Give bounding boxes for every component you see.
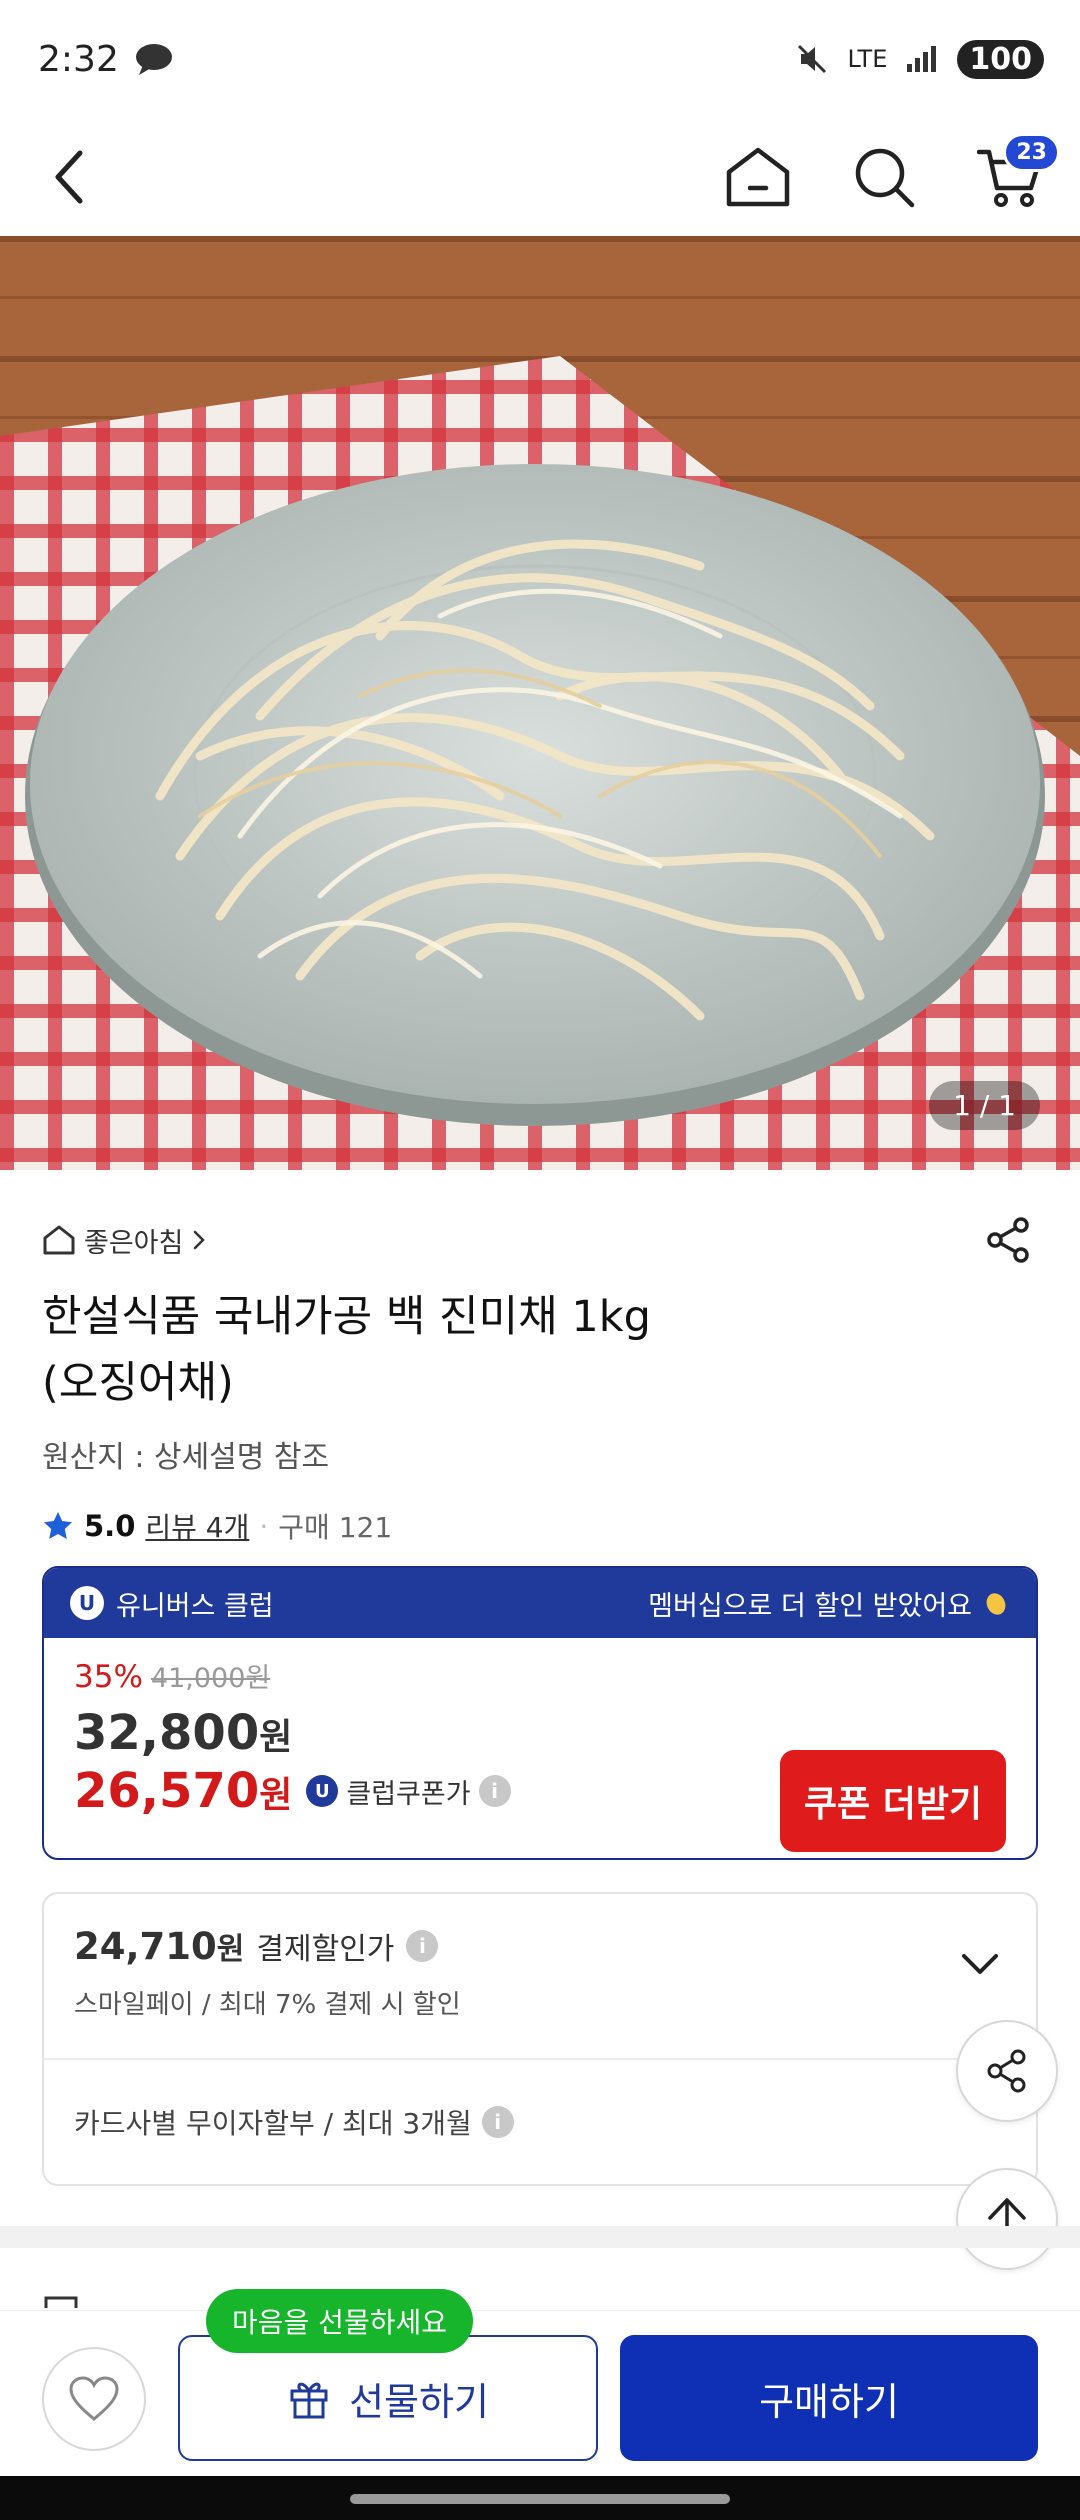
- store-link[interactable]: 좋은아침: [42, 1221, 207, 1260]
- product-image[interactable]: 1 / 1: [0, 236, 1080, 1170]
- club-price: 26,570원: [74, 1763, 293, 1819]
- home-button[interactable]: [718, 137, 798, 217]
- info-icon[interactable]: i: [406, 1930, 439, 1962]
- installment-text: 카드사별 무이자할부 / 최대 3개월: [74, 2107, 472, 2140]
- top-navigation: 23: [0, 118, 1080, 236]
- payment-discount-card: 24,710원 결제할인가 i 스마일페이 / 최대 7% 결제 시 할인 카드…: [42, 1892, 1038, 2186]
- heart-icon: [69, 2376, 119, 2421]
- bottom-action-bar: 선물하기 마음을 선물하세요 구매하기: [0, 2289, 1080, 2476]
- share-icon: [987, 2049, 1026, 2093]
- back-button[interactable]: [30, 137, 110, 217]
- club-name: 유니버스 클럽: [116, 1590, 274, 1622]
- wishlist-button[interactable]: [42, 2347, 146, 2451]
- rating-row: 5.0 리뷰 4개 · 구매 121: [42, 1506, 1038, 1546]
- clap-icon: [986, 1593, 1006, 1615]
- original-price: 41,000원: [150, 1663, 271, 1694]
- network-label: LTE: [847, 45, 888, 73]
- club-coupon-label: U 클럽쿠폰가 i: [306, 1772, 511, 1811]
- search-button[interactable]: [844, 137, 924, 217]
- chevron-left-icon: [55, 150, 83, 204]
- chevron-down-icon[interactable]: [960, 1952, 1000, 1978]
- universe-club-badge: U: [70, 1586, 104, 1620]
- more-coupon-button[interactable]: 쿠폰 더받기: [780, 1750, 1006, 1852]
- membership-note: 멤버십으로 더 할인 받았어요: [648, 1590, 972, 1622]
- discount-percent: 35%: [74, 1659, 143, 1695]
- section-divider: [0, 2226, 1080, 2248]
- dot-separator: ·: [259, 1509, 269, 1543]
- gesture-navigation-bar: [0, 2476, 1080, 2520]
- store-home-icon: [43, 1225, 75, 1255]
- status-bar: 2:32 LTE 100: [0, 0, 1080, 118]
- product-title-line1: 한설식품 국내가공 백 진미채 1kg: [42, 1292, 651, 1342]
- info-icon[interactable]: i: [481, 2106, 514, 2138]
- product-info: 좋은아침 한설식품 국내가공 백 진미채 1kg (오징어채) 원산지 : 상세…: [42, 1210, 1038, 1546]
- dried-squid-plate-photo: [0, 236, 1080, 1170]
- cart-count-badge: 23: [1003, 133, 1060, 172]
- signal-icon: [907, 46, 937, 72]
- gift-tooltip: 마음을 선물하세요: [206, 2289, 473, 2353]
- gift-icon: [290, 2382, 328, 2419]
- club-badge-small: U: [306, 1775, 339, 1807]
- product-title: 한설식품 국내가공 백 진미채 1kg (오징어채): [42, 1284, 1038, 1416]
- chevron-right-icon: [194, 1230, 206, 1250]
- universe-club-card: U 유니버스 클럽 멤버십으로 더 할인 받았어요 35% 41,000원 32…: [42, 1566, 1038, 1860]
- home-gesture-pill[interactable]: [350, 2494, 730, 2504]
- search-icon: [855, 148, 915, 208]
- product-title-line2: (오징어채): [42, 1358, 234, 1408]
- review-link[interactable]: 리뷰 4개: [145, 1506, 249, 1546]
- installment-row[interactable]: 카드사별 무이자할부 / 최대 3개월 i: [44, 2060, 1036, 2184]
- payment-price: 24,710원: [74, 1925, 245, 1968]
- gift-button[interactable]: 선물하기: [178, 2335, 598, 2461]
- payment-label: 결제할인가: [256, 1932, 395, 1967]
- chat-bubble-icon: [135, 44, 172, 75]
- rating-score: 5.0: [84, 1509, 136, 1543]
- info-icon[interactable]: i: [478, 1775, 511, 1807]
- truck-icon: [44, 2296, 78, 2308]
- club-header[interactable]: U 유니버스 클럽 멤버십으로 더 할인 받았어요: [44, 1568, 1036, 1638]
- store-name: 좋은아침: [84, 1227, 184, 1259]
- floating-share-button[interactable]: [956, 2020, 1058, 2122]
- image-page-indicator: 1 / 1: [929, 1081, 1040, 1130]
- gift-button-label: 선물하기: [349, 2379, 489, 2424]
- payment-sub: 스마일페이 / 최대 7% 결제 시 할인: [74, 1990, 461, 2020]
- mute-icon: [798, 44, 827, 74]
- next-section-peek: [0, 2248, 1080, 2308]
- payment-discount-row[interactable]: 24,710원 결제할인가 i 스마일페이 / 최대 7% 결제 시 할인: [44, 1894, 1036, 2060]
- cart-button[interactable]: 23: [970, 133, 1060, 217]
- battery-indicator: 100: [957, 39, 1044, 79]
- home-icon: [726, 147, 790, 207]
- star-icon: [44, 1512, 72, 1539]
- share-button[interactable]: [978, 1210, 1038, 1270]
- purchase-count: 구매 121: [278, 1511, 393, 1544]
- buy-button[interactable]: 구매하기: [620, 2335, 1038, 2461]
- status-time: 2:32: [38, 38, 119, 80]
- share-icon: [987, 1217, 1029, 1263]
- product-origin: 원산지 : 상세설명 참조: [42, 1440, 330, 1475]
